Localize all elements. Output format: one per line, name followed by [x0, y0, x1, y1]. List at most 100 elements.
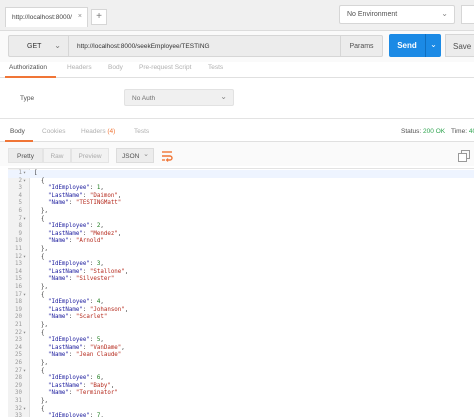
code-line: 29 "LastName": "Baby", — [8, 383, 474, 391]
response-body-editor[interactable]: 1 ▾[2 ▾ {3 "IdEmployee": 1, 4 "LastName": "… — [8, 168, 474, 417]
line-number: 12 — [15, 253, 22, 260]
code-text: "IdEmployee": 2, — [47, 223, 104, 230]
tab-tests[interactable]: Tests — [208, 64, 223, 71]
request-tabs: Authorization Headers Body Pre-request S… — [0, 62, 474, 78]
tab-response-headers[interactable]: Headers (4) — [81, 128, 115, 135]
code-text: { — [34, 215, 45, 222]
fold-arrow-icon[interactable]: ▾ — [23, 330, 31, 338]
line-number: 6 — [18, 208, 23, 214]
fold-arrow-icon[interactable]: ▾ — [23, 216, 31, 224]
line-number: 3 — [18, 185, 23, 192]
code-text: "IdEmployee": 3, — [47, 261, 104, 268]
chevron-down-icon: ⌄ — [143, 151, 149, 158]
format-select[interactable]: JSON ⌄ — [116, 148, 154, 163]
code-text: }, — [34, 398, 48, 404]
send-options-button[interactable]: ⌄ — [425, 34, 441, 57]
fold-arrow-icon[interactable]: ▾ — [23, 170, 31, 178]
wrap-icon[interactable] — [160, 149, 174, 162]
code-text: { — [34, 177, 45, 184]
line-number: 18 — [15, 299, 22, 306]
code-line: 8 "IdEmployee": 2, — [8, 223, 474, 231]
fold-arrow-icon[interactable]: ▾ — [23, 178, 31, 186]
auth-type-select[interactable]: No Auth ⌄ — [124, 89, 234, 106]
line-number: 25 — [15, 352, 22, 359]
code-line: 4 "LastName": "Daimon", — [8, 193, 474, 201]
method-label: GET — [27, 43, 42, 50]
code-line: 5 "Name": "TESTINGMatt" — [8, 200, 474, 208]
line-number: 30 — [15, 390, 22, 397]
code-line: 10 "Name": "Arnold" — [8, 238, 474, 246]
response-view-bar: Pretty Raw Preview JSON ⌄ — [0, 142, 474, 166]
request-tab[interactable]: http://localhost:8000/ × — [5, 7, 88, 27]
code-text: "Name": "Terminator" — [47, 390, 118, 397]
fold-arrow-icon[interactable]: ▾ — [23, 406, 31, 414]
chevron-down-icon: ⌄ — [441, 9, 448, 18]
tab-headers[interactable]: Headers — [67, 64, 92, 71]
save-button[interactable]: Save — [445, 34, 474, 57]
code-text: [ — [34, 170, 38, 176]
view-preview-button[interactable]: Preview — [71, 148, 109, 163]
tab-response-headers-label: Headers — [81, 128, 106, 135]
fold-arrow-icon[interactable]: ▾ — [23, 368, 31, 376]
code-text: }, — [34, 360, 48, 366]
copy-icon[interactable] — [458, 150, 470, 162]
code-line: 30 "Name": "Terminator" — [8, 390, 474, 398]
code-line: 26 }, — [8, 360, 474, 368]
line-number: 26 — [15, 360, 22, 366]
line-number: 1 — [18, 170, 23, 176]
line-number: 15 — [15, 276, 22, 283]
environment-select[interactable]: No Environment ⌄ — [339, 5, 455, 24]
code-text: { — [34, 367, 45, 374]
line-number: 24 — [15, 344, 22, 351]
code-text: "LastName": "Daimon", — [47, 192, 122, 199]
time-readout: Time: 40 — [451, 128, 474, 135]
code-text: { — [34, 291, 45, 298]
top-tab-bar: http://localhost:8000/ × + No Environmen… — [0, 0, 474, 31]
line-number: 33 — [15, 413, 22, 417]
plus-icon[interactable]: + — [91, 9, 107, 25]
line-number: 16 — [15, 284, 22, 290]
code-text: "Name": "TESTINGMatt" — [47, 200, 122, 207]
fold-arrow-icon[interactable]: ▾ — [23, 292, 31, 300]
line-number: 17 — [15, 291, 22, 298]
code-text: "IdEmployee": 4, — [47, 299, 104, 306]
line-number: 27 — [15, 367, 22, 374]
code-line: 22 ▾ { — [8, 330, 474, 338]
code-text: }, — [34, 246, 48, 252]
fold-arrow-icon[interactable]: ▾ — [23, 254, 31, 262]
code-line: 13 "IdEmployee": 3, — [8, 261, 474, 269]
code-text: "Name": "Scarlet" — [47, 314, 108, 321]
code-text: { — [34, 329, 45, 336]
chevron-down-icon: ⌄ — [54, 41, 61, 50]
code-line: 33 "IdEmployee": 7, — [8, 413, 474, 417]
tab-body[interactable]: Body — [108, 64, 123, 71]
line-number: 10 — [15, 238, 22, 245]
tab-response-body[interactable]: Body — [10, 128, 25, 135]
tab-response-tests[interactable]: Tests — [134, 128, 149, 135]
code-line: 9 "LastName": "Mendez", — [8, 231, 474, 239]
code-text: "LastName": "Stallone", — [47, 268, 129, 275]
send-button[interactable]: Send — [389, 34, 425, 57]
method-select[interactable]: GET ⌄ — [8, 35, 69, 57]
request-tab-label: http://localhost:8000/ — [12, 14, 72, 21]
url-input[interactable]: http://localhost:8000/seekEmployee/TESTI… — [69, 35, 341, 57]
response-tabs: Body Cookies Headers (4) Tests Status: 2… — [0, 122, 474, 142]
line-number: 32 — [15, 405, 22, 412]
close-icon[interactable]: × — [78, 13, 82, 20]
view-raw-button[interactable]: Raw — [43, 148, 71, 163]
tab-pre-request-script[interactable]: Pre-request Script — [139, 64, 191, 71]
code-line: 32 ▾ { — [8, 406, 474, 414]
line-number: 19 — [15, 306, 22, 313]
code-line: 12 ▾ { — [8, 254, 474, 262]
line-number: 20 — [15, 314, 22, 321]
code-line: 20 "Name": "Scarlet" — [8, 314, 474, 322]
params-button[interactable]: Params — [341, 35, 383, 57]
view-pretty-button[interactable]: Pretty — [8, 148, 43, 163]
tab-authorization[interactable]: Authorization — [9, 64, 47, 71]
line-number: 13 — [15, 261, 22, 268]
request-bar: GET ⌄ http://localhost:8000/seekEmployee… — [0, 31, 474, 62]
line-number: 5 — [18, 200, 23, 207]
tab-cookies[interactable]: Cookies — [42, 128, 65, 135]
environment-quick-look-button[interactable] — [461, 5, 474, 24]
code-line: 7 ▾ { — [8, 216, 474, 224]
